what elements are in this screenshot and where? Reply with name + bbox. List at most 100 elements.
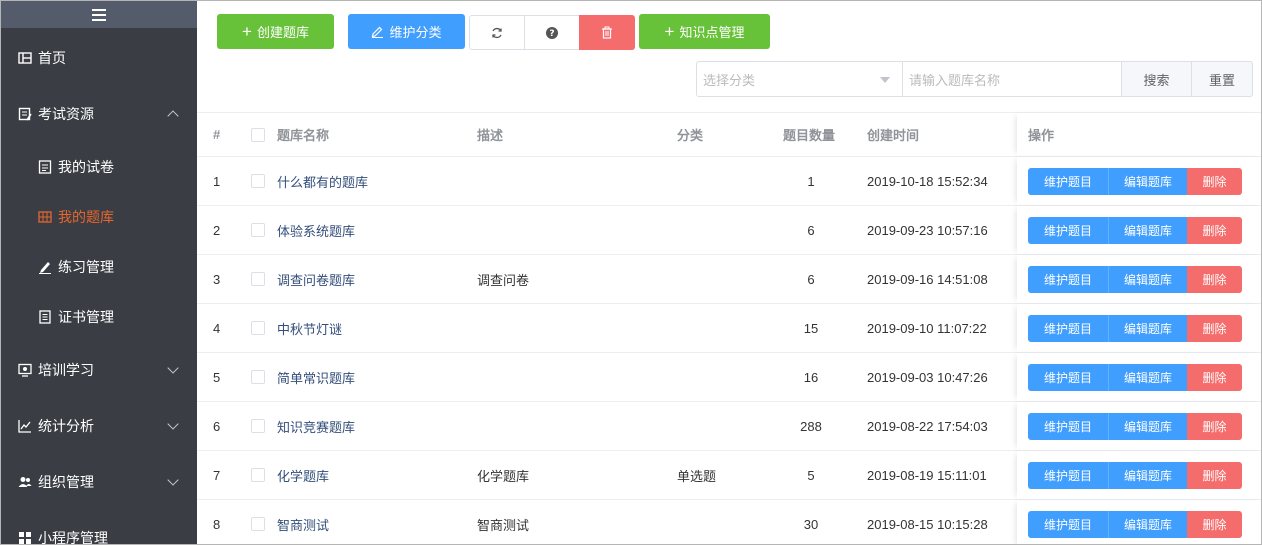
maintain-questions-button[interactable]: 维护题目 (1028, 168, 1108, 195)
row-created: 2019-10-18 15:52:34 (867, 173, 988, 189)
edit-bank-button[interactable]: 编辑题库 (1108, 168, 1187, 195)
knowledge-point-button[interactable]: + 知识点管理 (639, 14, 770, 49)
sidebar-item-exam-resource[interactable]: 考试资源 (1, 99, 197, 129)
row-ops-cell: 维护题目 编辑题库 删除 (1017, 353, 1261, 401)
row-checkbox[interactable] (251, 419, 265, 433)
edit-bank-button[interactable]: 编辑题库 (1108, 315, 1187, 342)
sidebar-item-mini-program[interactable]: 小程序管理 (1, 523, 197, 545)
row-checkbox[interactable] (251, 468, 265, 482)
delete-bank-button[interactable]: 删除 (1187, 462, 1242, 489)
row-checkbox[interactable] (251, 321, 265, 335)
refresh-button[interactable] (469, 15, 525, 50)
sidebar-item-statistics[interactable]: 统计分析 (1, 411, 197, 441)
header-index: # (213, 127, 221, 142)
row-index: 3 (213, 271, 221, 287)
maintain-questions-button[interactable]: 维护题目 (1028, 413, 1108, 440)
sidebar-item-home[interactable]: 首页 (1, 43, 197, 73)
row-ops-cell: 维护题目 编辑题库 删除 (1017, 500, 1261, 544)
training-icon (18, 363, 32, 377)
sidebar-item-my-question-bank[interactable]: 我的题库 (1, 202, 197, 232)
edit-bank-button[interactable]: 编辑题库 (1108, 511, 1187, 538)
svg-text:?: ? (549, 29, 554, 39)
row-created: 2019-09-23 10:57:16 (867, 222, 988, 238)
header-desc: 描述 (477, 128, 504, 143)
row-created: 2019-09-10 11:07:22 (867, 320, 987, 336)
select-all-checkbox[interactable] (251, 127, 265, 142)
sidebar-item-certificates[interactable]: 证书管理 (1, 302, 197, 332)
delete-bank-button[interactable]: 删除 (1187, 217, 1242, 244)
row-checkbox[interactable] (251, 223, 265, 237)
sidebar-item-label: 组织管理 (38, 474, 94, 490)
header-name: 题库名称 (277, 128, 330, 143)
edit-bank-button[interactable]: 编辑题库 (1108, 266, 1187, 293)
row-ops-cell: 维护题目 编辑题库 删除 (1017, 451, 1261, 499)
row-index: 1 (213, 173, 221, 189)
edit-bank-button[interactable]: 编辑题库 (1108, 217, 1187, 244)
plus-icon: + (242, 22, 252, 41)
row-index: 4 (213, 320, 221, 336)
sidebar-item-practice[interactable]: 练习管理 (1, 252, 197, 282)
maintain-questions-button[interactable]: 维护题目 (1028, 266, 1108, 293)
bank-name-search-input[interactable]: 请输入题库名称 (902, 61, 1122, 97)
maintain-questions-button[interactable]: 维护题目 (1028, 511, 1108, 538)
sidebar-toggle[interactable] (1, 1, 197, 28)
users-icon (18, 475, 32, 489)
create-bank-button[interactable]: + 创建题库 (217, 14, 334, 49)
sidebar: 首页 考试资源 我的试卷 我的题库 练习管理 证书管理 培训学习 统计分析 组织… (1, 1, 197, 545)
row-index: 8 (213, 516, 221, 532)
category-select[interactable]: 选择分类 (696, 61, 903, 97)
search-button[interactable]: 搜索 (1121, 61, 1192, 97)
delete-bank-button[interactable]: 删除 (1187, 315, 1242, 342)
delete-bank-button[interactable]: 删除 (1187, 168, 1242, 195)
header-created: 创建时间 (867, 128, 920, 143)
table-row: 7 化学题库 化学题库 单选题 5 2019-08-19 15:11:01 维护题目 编辑题库… (197, 451, 1261, 500)
maintain-category-button[interactable]: 维护分类 (348, 14, 465, 49)
edit-bank-button[interactable]: 编辑题库 (1108, 462, 1187, 489)
row-checkbox[interactable] (251, 174, 265, 188)
maintain-questions-button[interactable]: 维护题目 (1028, 217, 1108, 244)
row-count: 6 (807, 271, 815, 287)
edit-bank-button[interactable]: 编辑题库 (1108, 364, 1187, 391)
row-count: 288 (800, 418, 822, 434)
row-count: 6 (807, 222, 815, 238)
delete-bank-button[interactable]: 删除 (1187, 364, 1242, 391)
row-name: 化学题库 (277, 468, 330, 484)
table-row: 3 调查问卷题库 调查问卷 6 2019-09-16 14:51:08 维护题目 编辑题库删… (197, 255, 1261, 304)
row-checkbox[interactable] (251, 517, 265, 531)
exam-resource-icon (18, 107, 32, 121)
row-count: 16 (803, 369, 819, 385)
row-index: 2 (213, 222, 221, 238)
sidebar-item-training[interactable]: 培训学习 (1, 355, 197, 385)
sidebar-item-label: 小程序管理 (38, 530, 108, 545)
table-row: 8 智商测试 智商测试 30 2019-08-15 10:15:28 维护题目 编辑题库 删除 (197, 500, 1261, 544)
sidebar-item-my-papers[interactable]: 我的试卷 (1, 152, 197, 182)
delete-bank-button[interactable]: 删除 (1187, 511, 1242, 538)
certificate-icon (38, 310, 52, 324)
chevron-up-icon (167, 110, 179, 122)
row-index: 5 (213, 369, 221, 385)
row-checkbox[interactable] (251, 370, 265, 384)
delete-button[interactable] (579, 15, 635, 50)
paper-icon (38, 160, 52, 174)
row-created: 2019-08-15 10:15:28 (867, 516, 988, 532)
row-ops-cell: 维护题目 编辑题库 删除 (1017, 304, 1261, 352)
delete-bank-button[interactable]: 删除 (1187, 266, 1242, 293)
sidebar-item-label: 考试资源 (38, 106, 94, 122)
maintain-questions-button[interactable]: 维护题目 (1028, 462, 1108, 489)
row-count: 15 (803, 320, 819, 336)
table-row: 1 什么都有的题库 1 2019-10-18 15:52:34 维护题目 编辑题库 删除 (197, 157, 1261, 206)
edit-icon (371, 25, 384, 38)
maintain-questions-button[interactable]: 维护题目 (1028, 364, 1108, 391)
delete-bank-button[interactable]: 删除 (1187, 413, 1242, 440)
help-button[interactable]: ? (524, 15, 580, 50)
row-checkbox[interactable] (251, 272, 265, 286)
edit-bank-button[interactable]: 编辑题库 (1108, 413, 1187, 440)
sidebar-item-label: 练习管理 (58, 259, 114, 275)
table-header: # 题库名称 描述 分类 题目数量 创建时间 操作 (197, 112, 1261, 157)
sidebar-item-organization[interactable]: 组织管理 (1, 467, 197, 497)
header-ops-cell: 操作 (1017, 113, 1261, 156)
row-ops-cell: 维护题目 编辑题库 删除 (1017, 157, 1261, 205)
reset-button[interactable]: 重置 (1191, 61, 1253, 97)
maintain-questions-button[interactable]: 维护题目 (1028, 315, 1108, 342)
row-created: 2019-08-19 15:11:01 (867, 467, 987, 483)
